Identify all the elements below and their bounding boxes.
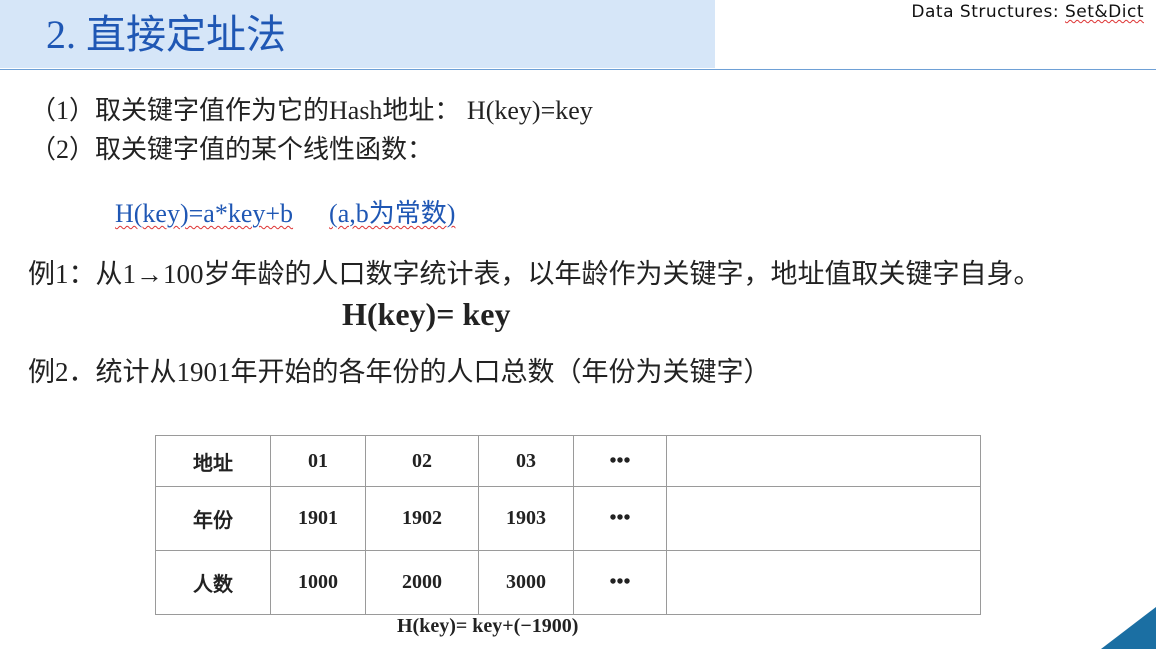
linear-formula: H(key)=a*key+b xyxy=(115,199,294,228)
example-1: 例1：从1→100岁年龄的人口数字统计表，以年龄作为关键字，地址值取关键字自身。 xyxy=(28,259,1041,289)
example-1-formula: H(key)= key xyxy=(342,296,511,332)
table-cell: 人数 xyxy=(155,550,271,615)
table-cell: 03 xyxy=(478,435,574,487)
table-cell: ••• xyxy=(573,486,667,551)
table-cell: 01 xyxy=(270,435,366,487)
corner-accent-icon xyxy=(1101,607,1156,649)
table-cell xyxy=(666,435,981,487)
table-cell xyxy=(666,550,981,615)
slide-title: 2. 直接定址法 xyxy=(46,12,286,57)
table-cell xyxy=(666,486,981,551)
table-row-population: 人数 1000 2000 3000 ••• xyxy=(155,550,981,615)
point-1: （1）取关键字值作为它的Hash地址： H(key)=key xyxy=(30,96,593,125)
example-2: 例2．统计从1901年开始的各年份的人口总数（年份为关键字） xyxy=(28,357,771,387)
course-topic: Set&Dict xyxy=(1065,2,1144,22)
table-cell: 地址 xyxy=(155,435,271,487)
course-label: Data Structures: Set&Dict xyxy=(911,2,1144,22)
table-cell: ••• xyxy=(573,550,667,615)
course-prefix: Data Structures: xyxy=(911,2,1065,22)
table-cell: 1903 xyxy=(478,486,574,551)
table-cell: 1901 xyxy=(270,486,366,551)
point-2: （2）取关键字值的某个线性函数： xyxy=(30,135,434,164)
header-divider xyxy=(0,69,1156,70)
linear-function-line: H(key)=a*key+b (a,b为常数) xyxy=(115,193,455,230)
year-hash-formula: H(key)= key+(−1900) xyxy=(397,615,579,637)
table-cell: ••• xyxy=(573,435,667,487)
linear-note: (a,b为常数) xyxy=(329,199,456,228)
table-cell: 2000 xyxy=(365,550,479,615)
table-cell: 1000 xyxy=(270,550,366,615)
table-row-address: 地址 01 02 03 ••• xyxy=(155,435,981,487)
table-cell: 年份 xyxy=(155,486,271,551)
table-cell: 3000 xyxy=(478,550,574,615)
table-row-year: 年份 1901 1902 1903 ••• xyxy=(155,486,981,551)
table-cell: 1902 xyxy=(365,486,479,551)
address-table: 地址 01 02 03 ••• 年份 1901 1902 1903 ••• 人数… xyxy=(155,435,981,615)
table-cell: 02 xyxy=(365,435,479,487)
